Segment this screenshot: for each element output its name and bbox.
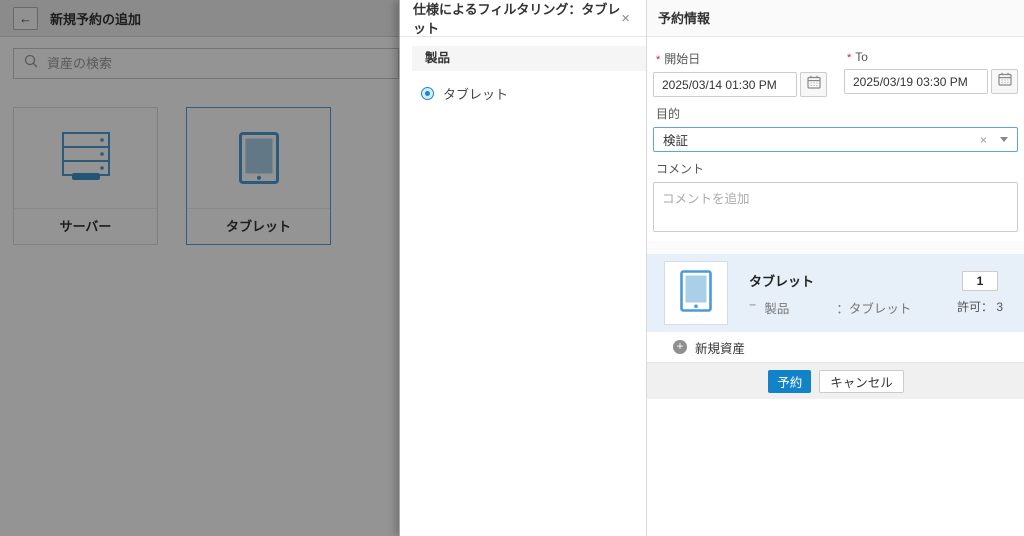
date-row: *開始日 *To xyxy=(653,42,1018,97)
end-date-input[interactable] xyxy=(844,69,988,94)
asset-spec-value: ：タブレット xyxy=(836,302,912,316)
plus-icon: + xyxy=(673,340,687,354)
quantity-input[interactable] xyxy=(961,271,998,291)
start-date-calendar-button[interactable] xyxy=(800,72,827,97)
comment-label: コメント xyxy=(656,162,705,176)
required-marker: * xyxy=(656,54,661,66)
radio-selected-icon[interactable] xyxy=(421,87,434,100)
selected-asset-row: タブレット − 製品 ：タブレット 許可： 3 xyxy=(647,254,1024,332)
cancel-button[interactable]: キャンセル xyxy=(819,369,904,393)
asset-spec-row: − 製品 ：タブレット xyxy=(749,298,957,317)
reserve-button[interactable]: 予約 xyxy=(768,369,812,393)
end-date-calendar-button[interactable] xyxy=(991,69,1018,94)
end-date-label: * To xyxy=(847,50,868,64)
asset-selection-panel: ← 新規予約の追加 資産の検索 サーバー タブレット xyxy=(0,0,399,536)
calendar-icon xyxy=(997,72,1012,91)
comment-textarea[interactable] xyxy=(653,182,1018,232)
filter-option-tablet[interactable]: タブレット xyxy=(421,84,646,103)
clear-icon[interactable]: × xyxy=(980,134,987,146)
asset-title: タブレット xyxy=(749,274,815,289)
filter-panel-header: 仕様によるフィルタリング：タブレット × xyxy=(400,0,646,37)
start-date-label: * 開始日 xyxy=(656,52,701,66)
section-divider xyxy=(647,241,1024,254)
start-date-field: * 開始日 xyxy=(653,42,827,97)
required-marker: * xyxy=(847,52,852,64)
empty-area xyxy=(647,399,1024,536)
calendar-icon xyxy=(806,75,821,94)
purpose-input[interactable] xyxy=(663,132,967,147)
start-date-input[interactable] xyxy=(653,72,797,97)
tablet-icon xyxy=(680,269,712,317)
filter-panel: 仕様によるフィルタリング：タブレット × 製品 タブレット xyxy=(399,0,646,536)
reservation-panel-title: 予約情報 xyxy=(647,0,1024,37)
asset-info: タブレット − 製品 ：タブレット xyxy=(749,269,957,317)
asset-spec-key: 製品 xyxy=(764,302,790,316)
reservation-form: *開始日 *To xyxy=(647,37,1024,241)
add-reservation-window: ← 新規予約の追加 資産の検索 サーバー タブレット 仕様によるフィルタリング：… xyxy=(0,0,1024,536)
filter-panel-title: 仕様によるフィルタリング：タブレット xyxy=(413,2,621,36)
reservation-info-panel: 予約情報 * 開始日 2025/03/14 01:30 PM * To 2025… xyxy=(646,0,1024,536)
end-date-field: * To xyxy=(844,42,1018,97)
asset-thumbnail xyxy=(664,261,728,325)
filter-option-label: タブレット xyxy=(443,87,509,102)
add-asset-label: 新規資産 xyxy=(695,341,746,356)
modal-overlay xyxy=(0,0,399,536)
filter-section-header: 製品 xyxy=(412,46,646,71)
close-icon[interactable]: × xyxy=(621,11,630,26)
collapse-icon[interactable]: − xyxy=(749,298,756,317)
asset-quantity-column: 許可： 3 xyxy=(957,271,1003,315)
add-asset-button[interactable]: + 新規資産 xyxy=(647,332,1024,362)
chevron-down-icon[interactable] xyxy=(1000,137,1008,142)
purpose-select[interactable]: × xyxy=(653,127,1018,152)
purpose-label: 目的 xyxy=(656,107,681,121)
action-bar: 予約 キャンセル xyxy=(647,362,1024,399)
allowed-count: 許可： 3 xyxy=(956,300,1003,314)
